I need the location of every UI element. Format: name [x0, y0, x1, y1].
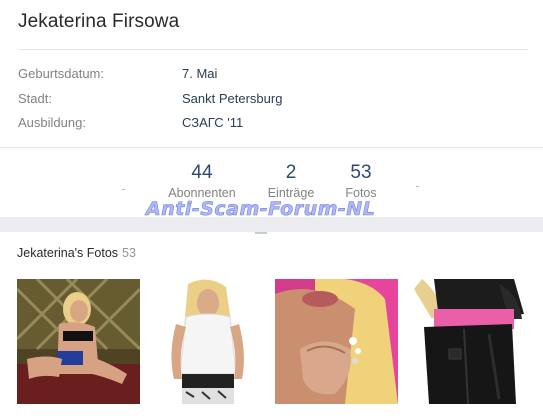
- watermark-text: Anti-Scam-Forum-NL: [146, 198, 376, 221]
- photo-4: [404, 279, 527, 404]
- counter-number: 53: [350, 162, 372, 183]
- photo-thumbnail[interactable]: [146, 279, 269, 404]
- photos-header[interactable]: Jekaterina's Fotos 53: [17, 246, 136, 260]
- separator-dot: [416, 186, 419, 187]
- info-value-birthday[interactable]: 7. Mai: [182, 66, 217, 81]
- profile-name: Jekaterina Firsowa: [18, 11, 180, 32]
- info-value-education[interactable]: СЗАГС '11: [182, 115, 243, 130]
- separator-dot: [122, 189, 125, 190]
- photo-2: [146, 279, 269, 404]
- divider: [0, 147, 543, 148]
- counter-number: 44: [191, 162, 213, 183]
- info-label: Geburtsdatum:: [18, 66, 104, 81]
- info-value-city[interactable]: Sankt Petersburg: [182, 91, 282, 106]
- info-label: Ausbildung:: [18, 115, 86, 130]
- photo-1: [17, 279, 140, 404]
- photos-title: Jekaterina's Fotos: [17, 246, 119, 260]
- photo-thumbnail[interactable]: [17, 279, 140, 404]
- info-row-birthday: Geburtsdatum: 7. Mai: [18, 66, 518, 84]
- info-row-education: Ausbildung: СЗАГС '11: [18, 115, 518, 133]
- photos-count: 53: [122, 246, 136, 260]
- info-row-city: Stadt: Sankt Petersburg: [18, 91, 518, 109]
- photo-3: [275, 279, 398, 404]
- photo-thumbnail[interactable]: [275, 279, 398, 404]
- counter-photos[interactable]: 53 Fotos: [316, 162, 406, 200]
- counter-followers[interactable]: 44 Abonnenten: [157, 162, 247, 200]
- info-label: Stadt:: [18, 91, 52, 106]
- divider: [18, 49, 528, 50]
- photo-thumbnail[interactable]: [404, 279, 527, 404]
- section-gap-mark: [255, 232, 267, 234]
